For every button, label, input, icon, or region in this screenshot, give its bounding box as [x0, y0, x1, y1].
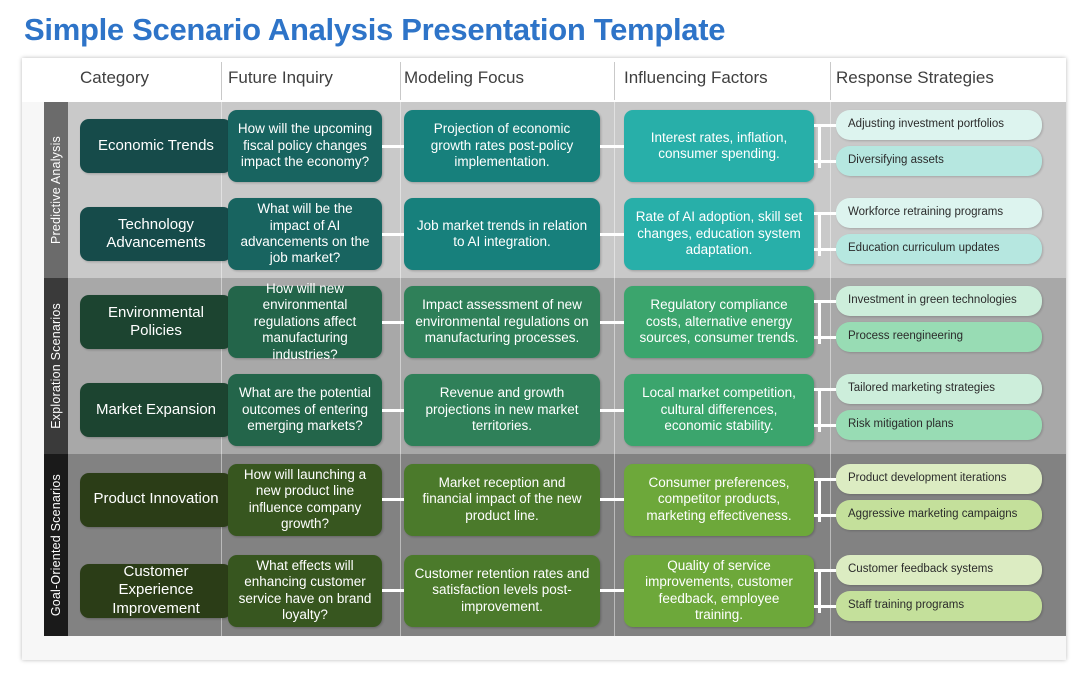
connector-branch: [818, 477, 821, 522]
future-inquiry-node[interactable]: How will the upcoming fiscal policy chan…: [228, 110, 382, 182]
diagram-body: Predictive Analysis Economic Trends How wi…: [22, 102, 1066, 660]
column-header-response: Response Strategies: [836, 68, 994, 87]
connector-line: [600, 144, 624, 148]
response-strategy-pill[interactable]: Workforce retraining programs: [836, 198, 1042, 228]
response-strategy-pill[interactable]: Customer feedback systems: [836, 554, 1042, 585]
connector-line: [382, 144, 404, 148]
connector-line: [600, 232, 624, 236]
column-divider-2: [614, 278, 615, 454]
influencing-factors-node[interactable]: Consumer preferences, competitor product…: [624, 463, 814, 536]
modeling-focus-node[interactable]: Impact assessment of new environmental r…: [404, 286, 600, 358]
band-body-predictive-analysis: Economic Trends How will the upcoming fis…: [68, 102, 1066, 278]
connector-branch: [818, 212, 821, 256]
header-divider-0: [221, 62, 222, 100]
future-inquiry-node[interactable]: How will new environmental regulations a…: [228, 281, 382, 362]
band-body-goal-oriented-scenarios: Product Innovation How will launching a n…: [68, 454, 1066, 636]
column-divider-3: [830, 278, 831, 454]
column-divider-3: [830, 102, 831, 278]
future-inquiry-node[interactable]: What are the potential outcomes of enter…: [228, 374, 382, 446]
modeling-focus-node[interactable]: Market reception and financial impact of…: [404, 463, 600, 536]
influencing-factors-node[interactable]: Rate of AI adoption, skill set changes, …: [624, 198, 814, 270]
influencing-factors-node[interactable]: Quality of service improvements, custome…: [624, 554, 814, 627]
band-body-exploration-scenarios: Environmental Policies How will new envir…: [68, 278, 1066, 454]
band-label-text: Predictive Analysis: [49, 135, 63, 244]
connector-line: [382, 408, 404, 412]
response-strategy-pill[interactable]: Tailored marketing strategies: [836, 374, 1042, 404]
header-divider-1: [400, 62, 401, 100]
connector-line: [600, 320, 624, 324]
column-divider-1: [400, 278, 401, 454]
connector-branch: [818, 568, 821, 613]
connector-line: [600, 589, 624, 592]
column-divider-3: [830, 454, 831, 636]
modeling-focus-node[interactable]: Customer retention rates and satisfactio…: [404, 554, 600, 627]
band-exploration-scenarios: Exploration Scenarios Environmental Polic…: [22, 278, 1066, 454]
response-strategy-pill[interactable]: Adjusting investment portfolios: [836, 110, 1042, 140]
column-divider-1: [400, 102, 401, 278]
modeling-focus-node[interactable]: Job market trends in relation to AI inte…: [404, 198, 600, 270]
modeling-focus-node[interactable]: Projection of economic growth rates post…: [404, 110, 600, 182]
column-divider-2: [614, 454, 615, 636]
band-goal-oriented-scenarios: Goal-Oriented Scenarios Product Innovatio…: [22, 454, 1066, 636]
response-strategy-pill[interactable]: Staff training programs: [836, 590, 1042, 621]
connector-line: [382, 232, 404, 236]
influencing-factors-node[interactable]: Regulatory compliance costs, alternative…: [624, 286, 814, 358]
influencing-factors-node[interactable]: Local market competition, cultural diffe…: [624, 374, 814, 446]
category-node[interactable]: Economic Trends: [80, 119, 232, 173]
connector-line: [600, 498, 624, 501]
category-node[interactable]: Technology Advancements: [80, 207, 232, 261]
future-inquiry-node[interactable]: How will launching a new product line in…: [228, 463, 382, 536]
column-header-inquiry: Future Inquiry: [228, 68, 333, 87]
connector-line: [382, 589, 404, 592]
slide-canvas: Simple Scenario Analysis Presentation Te…: [0, 0, 1088, 681]
band-label-text: Goal-Oriented Scenarios: [49, 473, 63, 617]
influencing-factors-node[interactable]: Interest rates, inflation, consumer spen…: [624, 110, 814, 182]
header-divider-3: [830, 62, 831, 100]
connector-line: [600, 408, 624, 412]
connector-branch: [818, 124, 821, 168]
column-header-category: Category: [80, 68, 149, 87]
connector-branch: [818, 388, 821, 432]
category-node[interactable]: Market Expansion: [80, 383, 232, 437]
modeling-focus-node[interactable]: Revenue and growth projections in new ma…: [404, 374, 600, 446]
column-header-influencing: Influencing Factors: [624, 68, 768, 87]
category-node[interactable]: Customer Experience Improvement: [80, 563, 232, 618]
response-strategy-pill[interactable]: Aggressive marketing campaigns: [836, 499, 1042, 530]
category-node[interactable]: Environmental Policies: [80, 295, 232, 349]
band-predictive-analysis: Predictive Analysis Economic Trends How wi…: [22, 102, 1066, 278]
column-header-row: Category Future Inquiry Modeling Focus Infl…: [22, 58, 1066, 102]
column-divider-1: [400, 454, 401, 636]
band-label-text: Exploration Scenarios: [49, 303, 63, 429]
connector-line: [382, 320, 404, 324]
future-inquiry-node[interactable]: What effects will enhancing customer ser…: [228, 554, 382, 627]
band-label-goal-oriented-scenarios: Goal-Oriented Scenarios: [44, 454, 68, 636]
band-label-exploration-scenarios: Exploration Scenarios: [44, 278, 68, 454]
diagram-card: Category Future Inquiry Modeling Focus Infl…: [22, 58, 1066, 660]
response-strategy-pill[interactable]: Product development iterations: [836, 463, 1042, 494]
connector-line: [382, 498, 404, 501]
response-strategy-pill[interactable]: Risk mitigation plans: [836, 410, 1042, 440]
page-title: Simple Scenario Analysis Presentation Te…: [24, 12, 726, 47]
header-divider-2: [614, 62, 615, 100]
connector-branch: [818, 300, 821, 344]
response-strategy-pill[interactable]: Education curriculum updates: [836, 234, 1042, 264]
category-node[interactable]: Product Innovation: [80, 472, 232, 527]
band-label-predictive-analysis: Predictive Analysis: [44, 102, 68, 278]
column-header-modeling: Modeling Focus: [404, 68, 525, 87]
column-divider-2: [614, 102, 615, 278]
future-inquiry-node[interactable]: What will be the impact of AI advancemen…: [228, 198, 382, 270]
response-strategy-pill[interactable]: Diversifying assets: [836, 146, 1042, 176]
response-strategy-pill[interactable]: Process reengineering: [836, 322, 1042, 352]
response-strategy-pill[interactable]: Investment in green technologies: [836, 286, 1042, 316]
